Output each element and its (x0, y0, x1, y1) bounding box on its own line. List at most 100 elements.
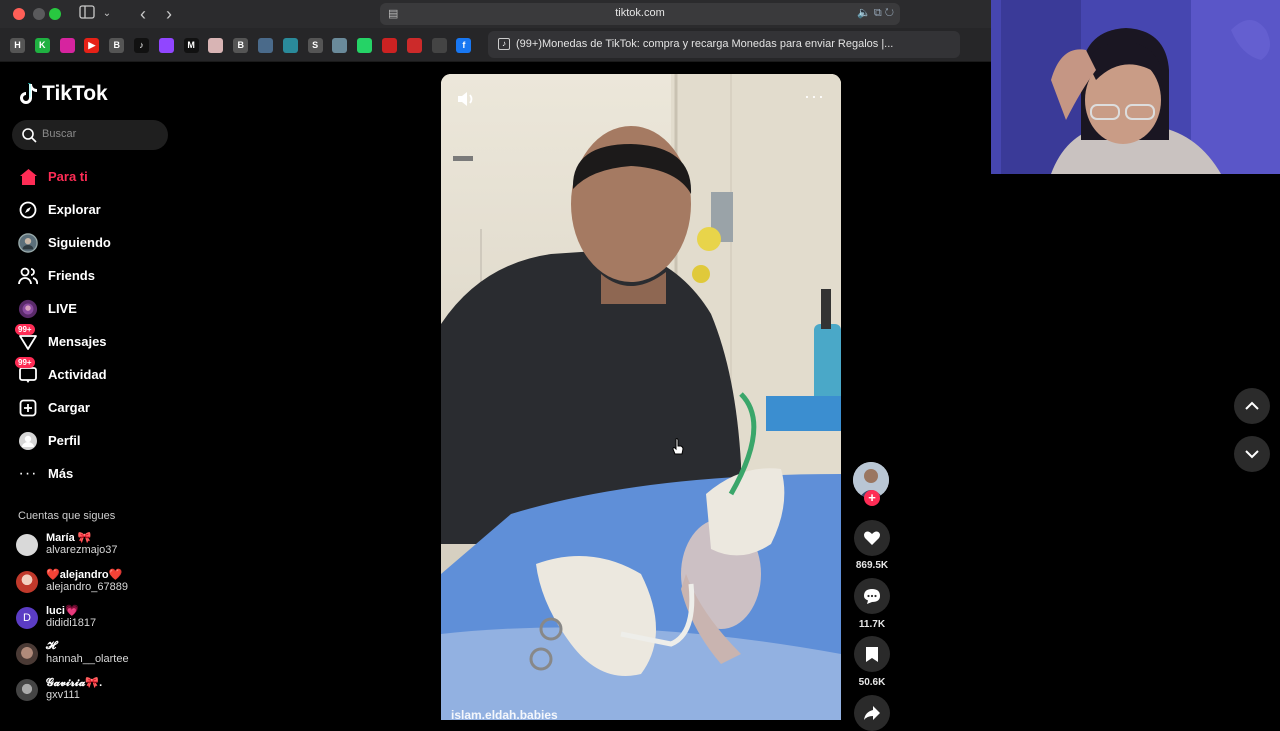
follow-plus-button[interactable]: + (864, 490, 880, 506)
favorite-bookmark-icon[interactable]: M (183, 38, 199, 53)
address-bar[interactable]: ▤ tiktok.com 🔈 ⧉ ↻ (380, 3, 900, 25)
favorite-bookmark-icon[interactable] (59, 38, 75, 53)
following-avatar-icon (18, 232, 38, 253)
avatar (16, 643, 38, 665)
url-text: tiktok.com (615, 7, 665, 19)
nav-item-mas[interactable]: ··· Más (0, 457, 185, 490)
activity-badge: 99+ (15, 356, 35, 368)
search-placeholder: Buscar (42, 128, 77, 140)
tiktok-logo[interactable]: TikTok (18, 82, 108, 106)
nav-label: Mensajes (48, 334, 107, 349)
zoom-window-button[interactable] (49, 8, 61, 20)
favorite-bookmark-icon[interactable]: K (34, 38, 50, 53)
account-username: hannah__olartee (46, 653, 129, 665)
sidebar: TikTok Buscar Para ti Explorar Siguiendo (0, 62, 185, 720)
comment-button[interactable] (854, 578, 890, 614)
favorite-bookmark-icon[interactable]: B (233, 38, 249, 53)
following-account[interactable]: ❤️alejandro❤️ alejandro_67889 (16, 566, 176, 596)
nav-label: Siguiendo (48, 235, 111, 250)
nav-item-siguiendo[interactable]: Siguiendo (0, 226, 185, 259)
tiktok-note-icon (20, 83, 37, 104)
bookmark-icon (866, 646, 878, 662)
account-name: María 🎀 (46, 532, 92, 544)
nav-item-para-ti[interactable]: Para ti (0, 160, 185, 193)
reload-icon[interactable]: 🔈 ⧉ ↻ (857, 6, 894, 20)
video-caption: islam.eldah.babies (451, 708, 558, 720)
following-account[interactable]: D luci💗 dididi1817 (16, 602, 176, 632)
like-button[interactable] (854, 520, 890, 556)
nav-item-live[interactable]: LIVE (0, 292, 185, 325)
nav-item-cargar[interactable]: Cargar (0, 391, 185, 424)
compass-icon (18, 200, 38, 220)
profile-icon (18, 431, 38, 451)
favorite-bookmark-icon[interactable] (406, 38, 422, 53)
active-tab[interactable]: ♪ (99+)Monedas de TikTok: compra y recar… (488, 31, 960, 58)
nav-item-friends[interactable]: Friends (0, 259, 185, 292)
more-icon: ··· (18, 464, 38, 482)
favorite-bookmark-icon[interactable] (357, 38, 373, 53)
nav-label: Explorar (48, 202, 101, 217)
upload-icon (18, 398, 38, 418)
next-video-button[interactable] (1234, 436, 1270, 472)
nav-item-perfil[interactable]: Perfil (0, 424, 185, 457)
nav-label: Más (48, 466, 74, 481)
message-icon: 99+ (15, 323, 38, 352)
chevron-down-icon[interactable]: ⌄ (100, 4, 114, 24)
chevron-down-icon (1245, 450, 1259, 459)
search-input[interactable]: Buscar (12, 120, 168, 150)
previous-video-button[interactable] (1234, 388, 1270, 424)
nav-label: Para ti (48, 169, 88, 184)
following-account[interactable]: María 🎀 alvarezmajo37 (16, 529, 176, 559)
search-icon (22, 128, 37, 143)
nav-label: Cargar (48, 400, 90, 415)
save-button[interactable] (854, 636, 890, 672)
friends-icon (18, 266, 38, 286)
webcam-overlay (991, 0, 1280, 174)
comment-count: 11.7K (858, 619, 886, 630)
comment-icon (864, 588, 880, 604)
minimize-window-button[interactable] (33, 8, 45, 20)
activity-icon: 99+ (15, 356, 38, 385)
favorite-bookmark-icon[interactable] (282, 38, 298, 53)
messages-badge: 99+ (15, 323, 35, 335)
favorite-bookmark-icon[interactable]: S (307, 38, 323, 53)
nav-label: LIVE (48, 301, 77, 316)
tab-title: (99+)Monedas de TikTok: compra y recarga… (516, 38, 894, 50)
favorite-bookmark-icon[interactable] (332, 38, 348, 53)
heart-icon (864, 531, 880, 545)
back-button[interactable]: ‹ (134, 4, 152, 24)
share-button[interactable] (854, 695, 890, 731)
favorite-bookmark-icon[interactable] (258, 38, 273, 53)
favorite-bookmark-icon[interactable]: H (10, 38, 25, 53)
video-more-icon[interactable]: ··· (804, 86, 825, 107)
favorite-bookmark-icon[interactable] (208, 38, 224, 53)
favorite-bookmark-icon[interactable] (382, 38, 397, 53)
account-name: 𝓗 (46, 640, 56, 652)
nav-item-explorar[interactable]: Explorar (0, 193, 185, 226)
favorite-bookmark-icon[interactable] (431, 38, 447, 53)
favorite-bookmark-icon[interactable]: f (456, 38, 472, 53)
avatar (16, 534, 38, 556)
tiktok-tab-icon: ♪ (498, 38, 510, 50)
favorite-bookmark-icon[interactable] (158, 38, 174, 53)
close-window-button[interactable] (13, 8, 25, 20)
favorite-bookmark-icon[interactable]: ♪ (134, 38, 149, 53)
hand-cursor-icon (672, 438, 684, 455)
favorite-bookmark-icon[interactable]: ▶ (84, 38, 100, 53)
volume-icon[interactable] (455, 88, 477, 110)
sidebar-toggle-icon[interactable] (78, 4, 96, 24)
home-icon (18, 167, 38, 187)
streamer-webcam-image (991, 0, 1280, 174)
favorite-bookmark-icon[interactable]: B (109, 38, 125, 53)
following-account[interactable]: 𝓖𝓪𝓿𝓲𝓻𝓲𝓪🎀. gxv111 (16, 674, 176, 704)
logo-text: TikTok (42, 82, 108, 105)
nav-item-actividad[interactable]: 99+ Actividad (0, 356, 185, 391)
nav-item-mensajes[interactable]: 99+ Mensajes (0, 323, 185, 358)
avatar (16, 571, 38, 593)
avatar: D (16, 607, 38, 629)
nav-label: Perfil (48, 433, 81, 448)
forward-button[interactable]: › (160, 4, 178, 24)
following-account[interactable]: 𝓗 hannah__olartee (16, 638, 176, 668)
account-username: alejandro_67889 (46, 581, 128, 593)
video-player[interactable]: ··· islam.eldah.babies (441, 74, 841, 720)
